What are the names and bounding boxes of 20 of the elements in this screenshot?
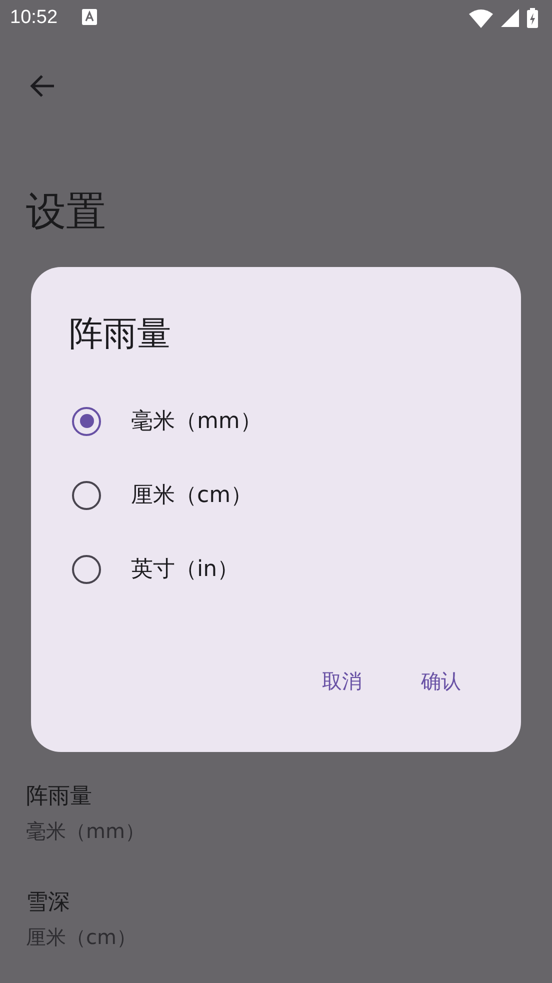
back-arrow-icon[interactable] (29, 74, 55, 98)
dialog-button[interactable]: 取消 (310, 662, 374, 701)
radio-button[interactable] (72, 480, 101, 510)
keyboard-icon (82, 9, 97, 25)
status-time: 10:52 (10, 7, 58, 29)
setting-title[interactable]: 阵雨量 (26, 782, 92, 812)
radio-button[interactable] (72, 554, 101, 584)
setting-value: 厘米（cm） (26, 924, 136, 951)
option-label[interactable]: 厘米（cm） (131, 480, 253, 510)
option-label[interactable]: 英寸（in） (131, 554, 240, 584)
setting-title[interactable]: 雪深 (26, 888, 70, 918)
dialog-button[interactable]: 确认 (409, 662, 473, 701)
wifi-icon (469, 8, 493, 28)
setting-value: 毫米（mm） (26, 818, 145, 845)
page-title: 设置 (26, 188, 106, 236)
option-label[interactable]: 毫米（mm） (131, 406, 262, 436)
dialog-title: 阵雨量 (69, 314, 171, 354)
battery-charging-icon (527, 8, 538, 28)
signal-icon (501, 9, 519, 27)
radio-button[interactable] (72, 406, 101, 436)
